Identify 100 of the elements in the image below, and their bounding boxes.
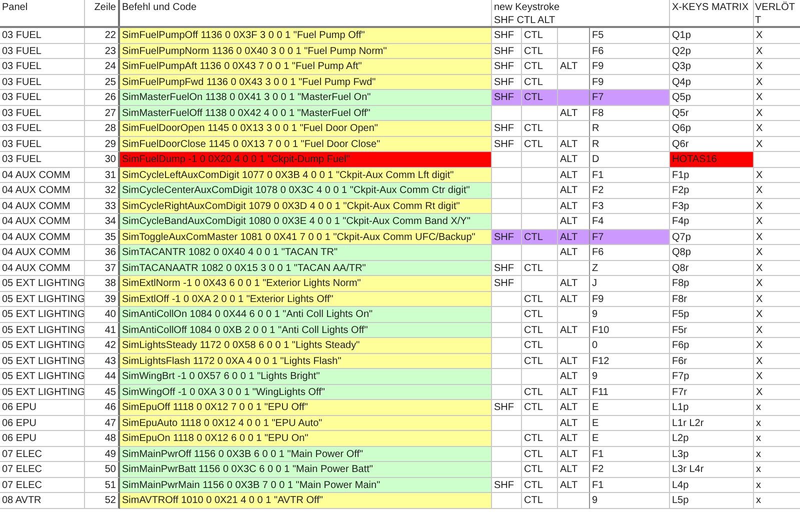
column-header: SHF CTL ALT [494,14,556,27]
code-cell: SimMainPwrOff 1156 0 0X3B 6 0 0 1 "Main Power Off" [120,446,492,462]
soldered-mark: X [754,198,800,214]
panel-cell: 03 FUEL [0,152,85,168]
matrix-cell: Q3p [670,59,754,74]
soldered-mark: X [754,28,800,44]
code-cell: SimFuelDump -1 0 0X20 4 0 0 1 "Ckpit-Dump Fuel" [120,152,492,168]
matrix-cell: L2p [670,431,754,446]
panel-cell: 07 ELEC [0,478,85,493]
soldered-mark: X [754,106,800,121]
panel-cell: 04 AUX COMM [0,260,85,276]
soldered-mark: X [754,292,800,307]
soldered-mark: X [754,136,800,152]
matrix-cell: Q1p [670,28,754,44]
column-header: VERLÖT [755,1,796,14]
panel-cell: 06 EPU [0,400,85,416]
soldered-mark: x [754,400,800,416]
column-header: Panel [0,0,85,26]
matrix-cell: Q2p [670,44,754,59]
code-cell: SimAntiCollOn 1084 0 0X44 6 0 0 1 "Anti Coll Lights On" [120,307,492,322]
column-header: X-KEYS MATRIX [670,0,754,26]
code-cell: SimFuelPumpNorm 1136 0 0X40 3 0 0 1 "Fuel Pump Norm" [120,44,492,59]
code-cell: SimCycleRightAuxComDigit 1079 0 0X3D 4 0 0 1 "Ckpit-Aux Comm Rt digit" [120,198,492,214]
code-cell: SimFuelPumpOff 1136 0 0X3F 3 0 0 1 "Fuel Pump Off" [120,28,492,44]
column-header: Zeile [85,0,120,26]
code-cell: SimMasterFuelOn 1138 0 0X41 3 0 0 1 "MasterFuel On" [120,90,492,106]
panel-cell: 06 EPU [0,416,85,431]
matrix-cell: L1p [670,400,754,416]
matrix-cell: Q5p [670,90,754,106]
panel-cell: 04 AUX COMM [0,214,85,230]
soldered-mark: x [754,431,800,446]
matrix-cell: F2p [670,183,754,198]
soldered-mark: X [754,307,800,322]
soldered-mark: X [754,183,800,198]
matrix-cell: Q6p [670,121,754,136]
panel-cell: 03 FUEL [0,121,85,136]
matrix-cell: F7p [670,369,754,384]
soldered-mark: X [754,338,800,354]
soldered-mark: X [754,322,800,338]
soldered-mark: x [754,416,800,431]
panel-cell: 04 AUX COMM [0,183,85,198]
soldered-mark: X [754,230,800,245]
soldered-mark: x [754,446,800,462]
code-cell: SimExtlNorm -1 0 0X43 6 0 0 1 "Exterior Lights Norm" [120,276,492,292]
matrix-cell: F7r [670,384,754,400]
panel-cell: 03 FUEL [0,136,85,152]
code-cell: SimMasterFuelOff 1138 0 0X42 4 0 0 1 "MasterFuel Off" [120,106,492,121]
matrix-cell: F5p [670,307,754,322]
code-cell: SimWingOff -1 0 0XA 3 0 0 1 "WingLights Off" [120,384,492,400]
column-header: new Keystroke [494,1,561,14]
matrix-cell: L3r L4r [670,462,754,478]
matrix-cell: F8p [670,276,754,292]
soldered-mark: X [754,44,800,59]
soldered-mark: X [754,369,800,384]
code-cell: SimAntiCollOff 1084 0 0XB 2 0 0 1 "Anti Coll Lights Off" [120,322,492,338]
panel-cell: 03 FUEL [0,90,85,106]
soldered-mark: x [754,462,800,478]
matrix-cell: F8r [670,292,754,307]
code-cell: SimEpuOn 1118 0 0X12 6 0 0 1 "EPU On" [120,431,492,446]
soldered-mark: X [754,59,800,74]
panel-cell: 06 EPU [0,431,85,446]
soldered-mark: X [754,384,800,400]
soldered-mark: x [754,478,800,493]
code-cell: SimFuelDoorClose 1145 0 0X13 7 0 0 1 "Fuel Door Close" [120,136,492,152]
panel-cell: 04 AUX COMM [0,198,85,214]
code-cell: SimLightsSteady 1172 0 0X58 6 0 0 1 "Lights Steady" [120,338,492,354]
matrix-cell: Q5r [670,106,754,121]
matrix-cell: HOTAS16 [670,152,754,168]
code-cell: SimToggleAuxComMaster 1081 0 0X41 7 0 0 1 "Ckpit-Aux Comm UFC/Backup" [120,230,492,245]
code-cell: SimTACANAATR 1082 0 0X15 3 0 0 1 "TACAN AA/TR" [120,260,492,276]
soldered-mark: X [754,214,800,230]
code-cell: SimEpuAuto 1118 0 0X12 4 0 0 1 "EPU Auto" [120,416,492,431]
matrix-cell: Q4p [670,74,754,90]
panel-cell: 03 FUEL [0,59,85,74]
code-cell: SimEpuOff 1118 0 0X12 7 0 0 1 "EPU Off" [120,400,492,416]
code-cell: SimMainPwrMain 1156 0 0X3B 7 0 0 1 "Main Power Main" [120,478,492,493]
code-cell: SimFuelPumpAft 1136 0 0X43 7 0 0 1 "Fuel Pump Aft" [120,59,492,74]
panel-cell: 03 FUEL [0,74,85,90]
code-cell: SimCycleCenterAuxComDigit 1078 0 0X3C 4 0 0 1 "Ckpit-Aux Comm Ctr digit" [120,183,492,198]
modifier-cell: CTL [522,493,558,508]
soldered-mark: X [754,74,800,90]
column-header: T [755,14,762,27]
matrix-cell: Q8p [670,245,754,260]
panel-cell: 03 FUEL [0,28,85,44]
matrix-cell: Q7p [670,230,754,245]
soldered-mark: X [754,354,800,369]
matrix-cell: F3p [670,198,754,214]
matrix-cell: L1r L2r [670,416,754,431]
soldered-mark: X [754,276,800,292]
code-cell: SimCycleLeftAuxComDigit 1077 0 0X3B 4 0 0 1 "Ckpit-Aux Comm Lft digit" [120,168,492,183]
matrix-cell: L4p [670,478,754,493]
soldered-mark: X [754,121,800,136]
matrix-cell: Q6r [670,136,754,152]
soldered-mark: X [754,168,800,183]
column-header: Befehl und Code [120,0,492,26]
panel-cell: 03 FUEL [0,44,85,59]
panel-cell: 07 ELEC [0,446,85,462]
soldered-mark: X [754,245,800,260]
code-cell: SimMainPwrBatt 1156 0 0X3C 6 0 0 1 "Main Power Batt" [120,462,492,478]
code-cell: SimExtlOff -1 0 0XA 2 0 0 1 "Exterior Lights Off" [120,292,492,307]
